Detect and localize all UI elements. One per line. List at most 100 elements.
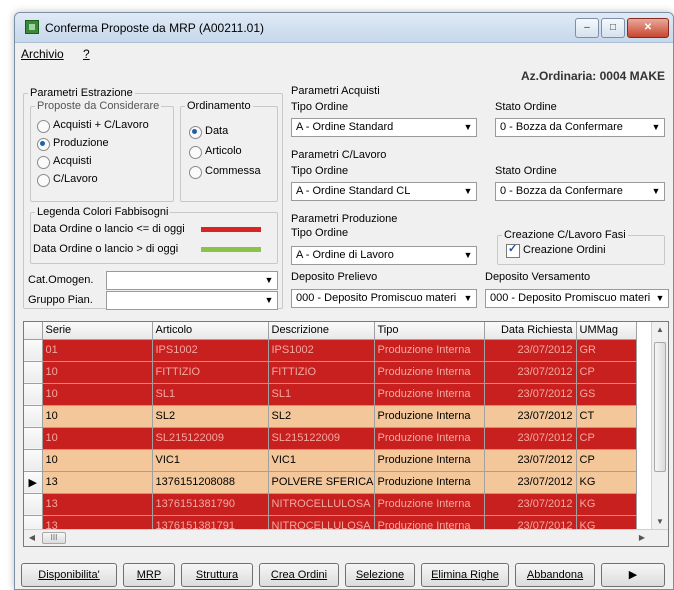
cell-descrizione[interactable]: POLVERE SFERICA (268, 471, 375, 494)
mrp-button[interactable]: MRP (123, 563, 175, 587)
radio-data[interactable]: Data (189, 125, 228, 139)
cell-articolo[interactable]: 1376151381790 (152, 493, 269, 516)
cell-tipo[interactable]: Produzione Interna (374, 471, 485, 494)
cell-articolo[interactable]: 1376151208088 (152, 471, 269, 494)
table-row[interactable]: 10 VIC1 VIC1 Produzione Interna 23/07/2012 CP (24, 449, 637, 472)
scroll-down-icon[interactable]: ▼ (652, 514, 668, 530)
column-header-data-richiesta[interactable]: Data Richiesta (484, 322, 577, 340)
acquisti-stato-ordine-select[interactable]: 0 - Bozza da Confermare ▼ (495, 118, 665, 137)
cell-ummag[interactable]: CP (576, 449, 637, 472)
cell-serie[interactable]: 10 (42, 427, 153, 450)
cell-tipo[interactable]: Produzione Interna (374, 449, 485, 472)
cell-descrizione[interactable]: SL215122009 (268, 427, 375, 450)
cell-data-richiesta[interactable]: 23/07/2012 (484, 449, 577, 472)
cell-descrizione[interactable]: SL2 (268, 405, 375, 428)
cell-ummag[interactable]: GS (576, 383, 637, 406)
menu-archivio[interactable]: Archivio (21, 47, 64, 61)
radio-clavoro[interactable]: C/Lavoro (37, 173, 98, 187)
cell-serie[interactable]: 13 (42, 493, 153, 516)
column-header-ummag[interactable]: UMMag (576, 322, 637, 340)
table-row[interactable]: 13 1376151381790 NITROCELLULOSA Produzione … (24, 493, 637, 516)
row-header[interactable] (24, 361, 43, 384)
cell-articolo[interactable]: SL1 (152, 383, 269, 406)
cell-ummag[interactable]: CT (576, 405, 637, 428)
crea-ordini-button[interactable]: Crea Ordini (259, 563, 339, 587)
table-row[interactable]: 10 SL1 SL1 Produzione Interna 23/07/2012 GS (24, 383, 637, 406)
column-header-descrizione[interactable]: Descrizione (268, 322, 375, 340)
column-header-tipo[interactable]: Tipo (374, 322, 485, 340)
cell-data-richiesta[interactable]: 23/07/2012 (484, 427, 577, 450)
radio-acquisti[interactable]: Acquisti (37, 155, 92, 169)
menu-help[interactable]: ? (83, 47, 90, 61)
scroll-up-icon[interactable]: ▲ (652, 322, 668, 338)
close-button[interactable]: ✕ (627, 18, 669, 38)
radio-commessa[interactable]: Commessa (189, 165, 261, 179)
cell-articolo[interactable]: FITTIZIO (152, 361, 269, 384)
elimina-righe-button[interactable]: Elimina Righe (421, 563, 509, 587)
clavoro-stato-ordine-select[interactable]: 0 - Bozza da Confermare ▼ (495, 182, 665, 201)
radio-produzione[interactable]: Produzione (37, 137, 109, 151)
table-row[interactable]: 01 IPS1002 IPS1002 Produzione Interna 23/07/… (24, 339, 637, 362)
cell-articolo[interactable]: SL2 (152, 405, 269, 428)
table-row[interactable]: 10 FITTIZIO FITTIZIO Produzione Interna 23/0… (24, 361, 637, 384)
cell-serie[interactable]: 01 (42, 339, 153, 362)
cell-data-richiesta[interactable]: 23/07/2012 (484, 339, 577, 362)
deposito-prelievo-select[interactable]: 000 - Deposito Promiscuo materi ▼ (291, 289, 477, 308)
scroll-right-icon[interactable]: ▶ (634, 530, 650, 546)
cell-ummag[interactable]: GR (576, 339, 637, 362)
cell-serie[interactable]: 13 (42, 471, 153, 494)
table-row[interactable]: 10 SL2 SL2 Produzione Interna 23/07/2012 CT (24, 405, 637, 428)
horizontal-scroll-thumb[interactable]: III (42, 532, 66, 544)
cell-data-richiesta[interactable]: 23/07/2012 (484, 361, 577, 384)
table-row[interactable]: 10 SL215122009 SL215122009 Produzione Inter… (24, 427, 637, 450)
cell-descrizione[interactable]: SL1 (268, 383, 375, 406)
row-header[interactable] (24, 449, 43, 472)
vertical-scroll-thumb[interactable] (654, 342, 666, 472)
cell-serie[interactable]: 10 (42, 449, 153, 472)
radio-acquisti-clavoro[interactable]: Acquisti + C/Lavoro (37, 119, 149, 133)
cell-serie[interactable]: 10 (42, 383, 153, 406)
cell-serie[interactable]: 10 (42, 405, 153, 428)
row-header[interactable] (24, 405, 43, 428)
cell-articolo[interactable]: IPS1002 (152, 339, 269, 362)
cell-tipo[interactable]: Produzione Interna (374, 339, 485, 362)
deposito-versamento-select[interactable]: 000 - Deposito Promiscuo materi ▼ (485, 289, 669, 308)
vertical-scrollbar[interactable]: ▲ ▼ (651, 322, 668, 530)
selezione-button[interactable]: Selezione (345, 563, 415, 587)
proposte-grid[interactable]: Serie Articolo Descrizione Tipo Data Ric… (23, 321, 669, 547)
cell-ummag[interactable]: CP (576, 361, 637, 384)
cell-data-richiesta[interactable]: 23/07/2012 (484, 471, 577, 494)
cell-serie[interactable]: 10 (42, 361, 153, 384)
scroll-left-icon[interactable]: ◀ (24, 530, 40, 546)
gruppo-pian-select[interactable]: ▼ (106, 291, 278, 310)
row-header[interactable] (24, 339, 43, 362)
cell-tipo[interactable]: Produzione Interna (374, 361, 485, 384)
cell-ummag[interactable]: KG (576, 471, 637, 494)
table-row[interactable]: ▶ 13 1376151208088 POLVERE SFERICA Produzion… (24, 471, 637, 494)
cell-data-richiesta[interactable]: 23/07/2012 (484, 493, 577, 516)
produzione-tipo-ordine-select[interactable]: A - Ordine di Lavoro ▼ (291, 246, 477, 265)
creazione-ordini-checkbox[interactable]: Creazione Ordini (506, 242, 606, 258)
struttura-button[interactable]: Struttura (181, 563, 253, 587)
radio-articolo[interactable]: Articolo (189, 145, 242, 159)
cell-tipo[interactable]: Produzione Interna (374, 493, 485, 516)
cell-data-richiesta[interactable]: 23/07/2012 (484, 383, 577, 406)
cell-tipo[interactable]: Produzione Interna (374, 383, 485, 406)
row-header[interactable] (24, 493, 43, 516)
cell-tipo[interactable]: Produzione Interna (374, 405, 485, 428)
cell-articolo[interactable]: SL215122009 (152, 427, 269, 450)
cell-articolo[interactable]: VIC1 (152, 449, 269, 472)
cell-descrizione[interactable]: FITTIZIO (268, 361, 375, 384)
abbandona-button[interactable]: Abbandona (515, 563, 595, 587)
current-row-marker[interactable]: ▶ (24, 471, 43, 494)
title-bar[interactable]: Conferma Proposte da MRP (A00211.01) ‒ □… (15, 13, 673, 43)
row-header[interactable] (24, 383, 43, 406)
horizontal-scrollbar[interactable]: ◀ III ▶ (24, 529, 668, 546)
cell-descrizione[interactable]: NITROCELLULOSA (268, 493, 375, 516)
cell-ummag[interactable]: KG (576, 493, 637, 516)
disponibilita-button[interactable]: Disponibilita' (21, 563, 117, 587)
cell-descrizione[interactable]: VIC1 (268, 449, 375, 472)
acquisti-tipo-ordine-select[interactable]: A - Ordine Standard ▼ (291, 118, 477, 137)
maximize-button[interactable]: □ (601, 18, 625, 38)
cell-descrizione[interactable]: IPS1002 (268, 339, 375, 362)
